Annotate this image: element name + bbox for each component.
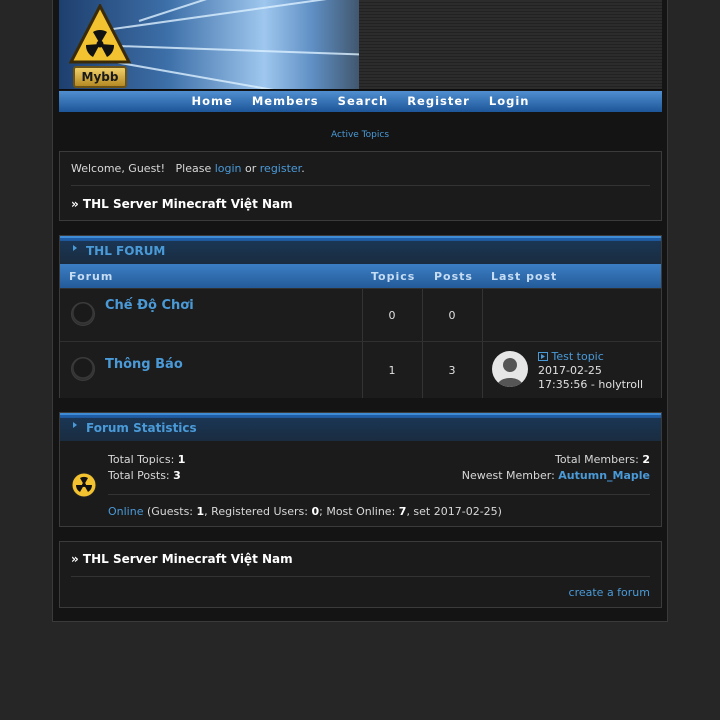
forum-posts-count: 0 xyxy=(448,309,456,322)
forum-row: Thông Báo 1 3 Test topic 2017-02-25 17:3… xyxy=(60,341,661,398)
forum-category-panel: THL FORUM Forum Topics Posts Last post C… xyxy=(59,235,662,398)
newest-member: Newest Member: Autumn_Maple xyxy=(461,469,650,482)
last-post-link[interactable]: Test topic xyxy=(552,350,604,363)
total-members: Total Members: 2 xyxy=(554,453,650,466)
last-post-info: Test topic 2017-02-25 17:35:56 - holytro… xyxy=(538,350,643,392)
footer-breadcrumb[interactable]: » THL Server Minecraft Việt Nam xyxy=(71,552,293,566)
forum-status-icon xyxy=(71,302,95,326)
forum-topics-count: 1 xyxy=(388,364,396,377)
header-banner: Mybb xyxy=(59,0,662,90)
col-posts: Posts xyxy=(434,270,473,283)
divider xyxy=(108,494,650,495)
col-topics: Topics xyxy=(371,270,416,283)
expand-arrow-icon[interactable] xyxy=(73,245,77,251)
forum-link[interactable]: Thông Báo xyxy=(105,357,183,372)
footer-panel: » THL Server Minecraft Việt Nam create a… xyxy=(59,541,662,608)
forum-status-icon xyxy=(71,357,95,381)
go-to-post-icon[interactable] xyxy=(538,352,548,361)
total-members-value: 2 xyxy=(642,453,650,466)
default-avatar-icon xyxy=(497,358,523,387)
breadcrumb[interactable]: » THL Server Minecraft Việt Nam xyxy=(71,197,293,211)
avatar[interactable] xyxy=(492,351,528,387)
column-headers: Forum Topics Posts Last post xyxy=(60,264,661,288)
welcome-suffix: . xyxy=(301,162,305,175)
statistics-header[interactable]: Forum Statistics xyxy=(60,413,661,441)
expand-arrow-icon[interactable] xyxy=(73,422,77,428)
category-title[interactable]: THL FORUM xyxy=(86,244,165,258)
forum-posts-count: 3 xyxy=(448,364,456,377)
nav-members[interactable]: Members xyxy=(252,94,319,108)
statistics-title[interactable]: Forum Statistics xyxy=(86,421,197,435)
welcome-prefix: Welcome, Guest! Please xyxy=(71,162,215,175)
newest-member-link[interactable]: Autumn_Maple xyxy=(558,469,650,482)
total-topics: Total Topics: 1 xyxy=(108,453,186,466)
forum-link[interactable]: Chế Độ Chơi xyxy=(105,298,194,313)
category-header[interactable]: THL FORUM xyxy=(60,236,661,264)
online-link[interactable]: Online xyxy=(108,505,143,518)
total-posts: Total Posts: 3 xyxy=(108,469,181,482)
active-topics-link[interactable]: Active Topics xyxy=(53,130,667,140)
register-link[interactable]: register xyxy=(260,162,301,175)
welcome-panel: Welcome, Guest! Please login or register… xyxy=(59,151,662,221)
forum-row: Chế Độ Chơi 0 0 xyxy=(60,288,661,341)
login-link[interactable]: login xyxy=(215,162,242,175)
radiation-icon xyxy=(71,472,97,498)
forum-statistics-panel: Forum Statistics Total Topics: 1 Total P… xyxy=(59,412,662,527)
radiation-sign-icon xyxy=(69,4,131,64)
total-posts-value: 3 xyxy=(173,469,181,482)
nav-search[interactable]: Search xyxy=(338,94,389,108)
welcome-or: or xyxy=(241,162,260,175)
top-navigation: Home Members Search Register Login xyxy=(59,91,662,112)
divider xyxy=(71,185,650,186)
total-topics-value: 1 xyxy=(177,453,186,466)
nav-register[interactable]: Register xyxy=(407,94,470,108)
page-container: Mybb Home Members Search Register Login … xyxy=(52,0,668,622)
create-forum-link[interactable]: create a forum xyxy=(569,586,650,599)
last-post-time-author: 17:35:56 - holytroll xyxy=(538,378,644,391)
divider xyxy=(71,576,650,577)
nav-home[interactable]: Home xyxy=(192,94,233,108)
online-info: Online (Guests: 1, Registered Users: 0; … xyxy=(108,505,502,518)
col-last-post: Last post xyxy=(491,270,558,283)
col-forum: Forum xyxy=(69,270,114,283)
forum-topics-count: 0 xyxy=(388,309,396,322)
welcome-text: Welcome, Guest! Please login or register… xyxy=(71,162,305,175)
last-post-date: 2017-02-25 xyxy=(538,364,602,377)
logo[interactable]: Mybb xyxy=(73,66,127,88)
nav-login[interactable]: Login xyxy=(489,94,530,108)
registered-count: 0 xyxy=(311,505,320,518)
